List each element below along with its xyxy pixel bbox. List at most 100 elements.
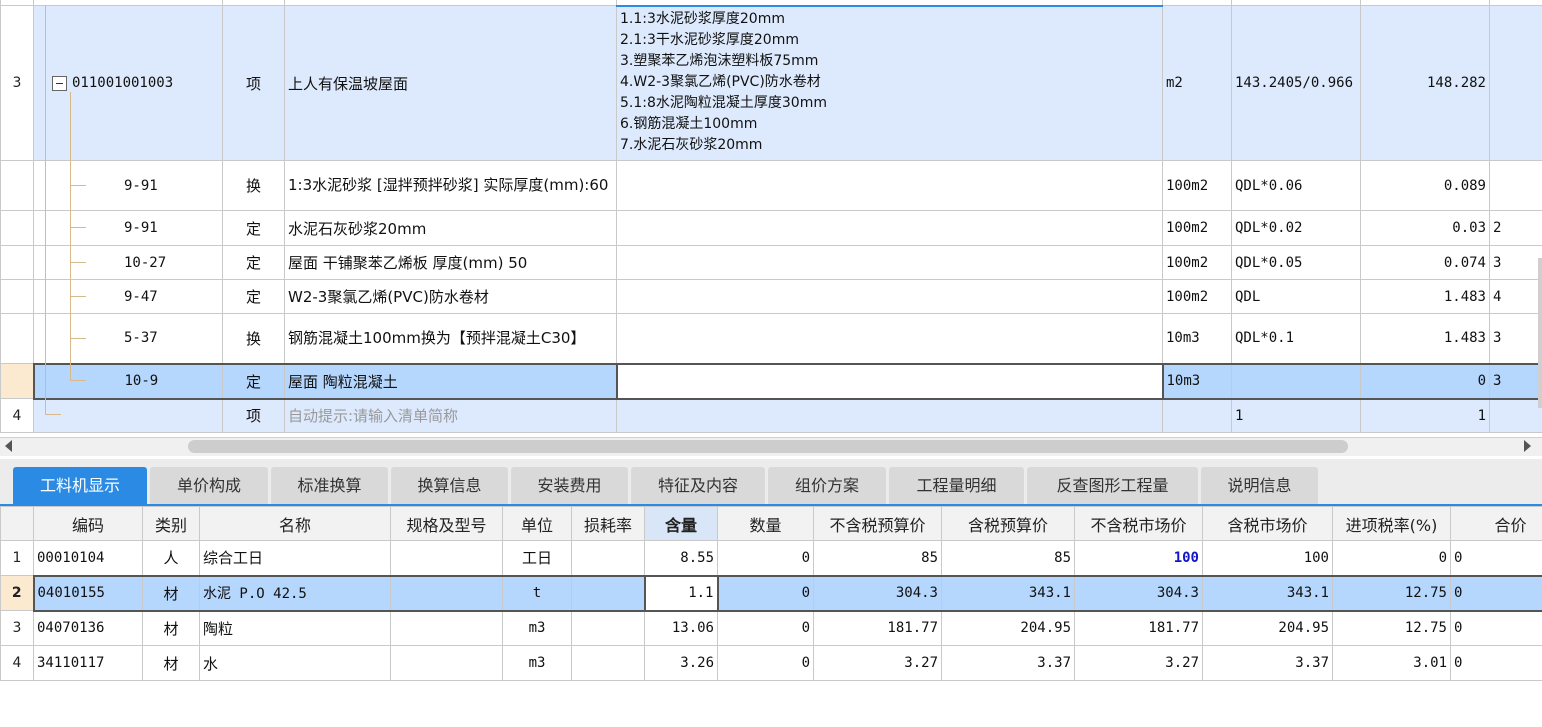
resource-qty[interactable]: 0 — [717, 574, 814, 612]
resource-unit[interactable]: t — [502, 574, 572, 612]
name-hint-cell[interactable]: 自动提示:请输入清单简称 — [284, 398, 617, 433]
name-cell[interactable]: W2-3聚氯乙烯(PVC)防水卷材 — [284, 279, 617, 314]
col-market-price-inc-tax[interactable]: 含税市场价 — [1202, 506, 1333, 541]
resource-qty[interactable]: 0 — [717, 610, 814, 646]
feature-desc-edit-cell[interactable] — [615, 362, 1164, 400]
unit-cell[interactable]: 100m2 — [1162, 279, 1232, 314]
total-price[interactable]: 0 — [1450, 610, 1542, 646]
name-cell[interactable]: 上人有保温坡屋面 — [284, 5, 617, 161]
market-price-inc-tax[interactable]: 100 — [1202, 540, 1333, 576]
resource-qty[interactable]: 0 — [717, 540, 814, 576]
type-cell[interactable]: 定 — [222, 279, 285, 314]
quantity-expr-cell[interactable]: QDL — [1231, 279, 1361, 314]
quantity-cell[interactable]: 0.089 — [1360, 160, 1490, 211]
resource-spec[interactable] — [390, 574, 503, 612]
scroll-right-icon[interactable] — [1524, 440, 1531, 452]
resource-loss[interactable] — [571, 574, 645, 612]
col-spec[interactable]: 规格及型号 — [390, 506, 503, 541]
type-cell[interactable]: 定 — [222, 245, 285, 280]
resource-category[interactable]: 材 — [142, 574, 200, 612]
col-total[interactable]: 合价 — [1450, 506, 1542, 541]
resource-spec[interactable] — [390, 645, 503, 681]
input-tax-rate[interactable]: 3.01 — [1332, 645, 1451, 681]
quota-row[interactable]: 10-27 定 屋面 干铺聚苯乙烯板 厚度(mm) 50 100m2 QDL*0… — [0, 245, 1542, 280]
resource-row[interactable]: 4 34110117 材 水 m3 3.26 0 3.27 3.37 3.27 … — [0, 645, 1542, 681]
col-name[interactable]: 名称 — [199, 506, 391, 541]
resource-name[interactable]: 水 — [199, 645, 391, 681]
tab-unit-price[interactable]: 单价构成 — [150, 467, 268, 505]
resource-spec[interactable] — [390, 610, 503, 646]
resource-code[interactable]: 00010104 — [33, 540, 143, 576]
unit-cell[interactable]: 10m3 — [1162, 313, 1232, 364]
tab-quantity-detail[interactable]: 工程量明细 — [889, 467, 1024, 505]
quantity-cell[interactable]: 0 — [1360, 362, 1490, 400]
scrollbar-thumb[interactable] — [188, 440, 1348, 453]
market-price-ex-tax[interactable]: 100 — [1074, 540, 1203, 576]
name-cell[interactable]: 屋面 干铺聚苯乙烯板 厚度(mm) 50 — [284, 245, 617, 280]
unit-cell[interactable] — [1162, 398, 1232, 433]
resource-category[interactable]: 材 — [142, 610, 200, 646]
resource-loss[interactable] — [571, 610, 645, 646]
quantity-cell[interactable]: 1.483 — [1360, 279, 1490, 314]
tab-conversion-info[interactable]: 换算信息 — [391, 467, 508, 505]
quantity-cell[interactable]: 0.03 — [1360, 210, 1490, 246]
vertical-scrollbar[interactable] — [1538, 258, 1542, 408]
quantity-expr-cell[interactable]: QDL*0.02 — [1231, 210, 1361, 246]
tab-install-cost[interactable]: 安装费用 — [511, 467, 628, 505]
unit-cell[interactable]: 10m3 — [1162, 362, 1232, 400]
bill-row[interactable]: 4 项 自动提示:请输入清单简称 1 1 — [0, 398, 1542, 433]
resource-unit[interactable]: 工日 — [502, 540, 572, 576]
resource-row-selected[interactable]: 2 04010155 材 水泥 P.O 42.5 t 1.1 0 304.3 3… — [0, 574, 1542, 612]
total-price[interactable]: 0 — [1450, 645, 1542, 681]
resource-name[interactable]: 综合工日 — [199, 540, 391, 576]
resource-qty[interactable]: 0 — [717, 645, 814, 681]
quantity-cell[interactable]: 1.483 — [1360, 313, 1490, 364]
resource-name[interactable]: 陶粒 — [199, 610, 391, 646]
quantity-cell[interactable]: 0.074 — [1360, 245, 1490, 280]
quantity-expr-cell[interactable]: QDL*0.06 — [1231, 160, 1361, 211]
type-cell[interactable]: 定 — [222, 362, 285, 400]
resource-row[interactable]: 1 00010104 人 综合工日 工日 8.55 0 85 85 100 10… — [0, 540, 1542, 576]
market-price-inc-tax[interactable]: 204.95 — [1202, 610, 1333, 646]
resource-spec[interactable] — [390, 540, 503, 576]
resource-category[interactable]: 材 — [142, 645, 200, 681]
quantity-expr-cell[interactable]: 1 — [1231, 398, 1361, 433]
quantity-cell[interactable]: 1 — [1360, 398, 1490, 433]
resource-content[interactable]: 3.26 — [644, 645, 718, 681]
col-budget-price-inc-tax[interactable]: 含税预算价 — [941, 506, 1075, 541]
resource-unit[interactable]: m3 — [502, 610, 572, 646]
type-cell[interactable]: 定 — [222, 210, 285, 246]
col-category[interactable]: 类别 — [142, 506, 200, 541]
quota-row-selected[interactable]: 10-9 定 屋面 陶粒混凝土 10m3 0 3 — [0, 362, 1542, 400]
horizontal-scrollbar[interactable] — [0, 437, 1542, 456]
total-price[interactable]: 0 — [1450, 540, 1542, 576]
quantity-expr-cell[interactable]: QDL*0.1 — [1231, 313, 1361, 364]
budget-price-inc-tax[interactable]: 3.37 — [941, 645, 1075, 681]
quota-row[interactable]: 9-91 换 1:3水泥砂浆 [湿拌预拌砂浆] 实际厚度(mm):60 100m… — [0, 160, 1542, 211]
col-loss-rate[interactable]: 损耗率 — [571, 506, 645, 541]
quantity-expr-cell[interactable]: 143.2405/0.966 — [1231, 5, 1361, 161]
market-price-inc-tax[interactable]: 3.37 — [1202, 645, 1333, 681]
budget-price-inc-tax[interactable]: 204.95 — [941, 610, 1075, 646]
market-price-ex-tax[interactable]: 304.3 — [1074, 574, 1203, 612]
unit-cell[interactable]: 100m2 — [1162, 160, 1232, 211]
resource-code[interactable]: 04070136 — [33, 610, 143, 646]
type-cell[interactable]: 换 — [222, 160, 285, 211]
resource-row[interactable]: 3 04070136 材 陶粒 m3 13.06 0 181.77 204.95… — [0, 610, 1542, 646]
quota-code[interactable]: 9-91 — [33, 160, 223, 211]
budget-price-ex-tax[interactable]: 85 — [813, 540, 942, 576]
total-price[interactable]: 0 — [1450, 574, 1542, 612]
market-price-ex-tax[interactable]: 3.27 — [1074, 645, 1203, 681]
budget-price-ex-tax[interactable]: 181.77 — [813, 610, 942, 646]
quantity-expr-cell[interactable] — [1231, 362, 1361, 400]
tab-features[interactable]: 特征及内容 — [631, 467, 765, 505]
name-cell[interactable]: 钢筋混凝土100mm换为【预拌混凝土C30】 — [284, 313, 617, 364]
resource-code[interactable]: 04010155 — [32, 574, 143, 612]
unit-cell[interactable]: 100m2 — [1162, 210, 1232, 246]
market-price-inc-tax[interactable]: 343.1 — [1202, 574, 1333, 612]
budget-price-inc-tax[interactable]: 85 — [941, 540, 1075, 576]
col-content[interactable]: 含量 — [644, 506, 718, 541]
bill-row[interactable]: 3 011001001003 项 上人有保温坡屋面 1.1:3水泥砂浆厚度20m… — [0, 5, 1542, 161]
scroll-left-icon[interactable] — [5, 440, 12, 452]
budget-price-ex-tax[interactable]: 3.27 — [813, 645, 942, 681]
